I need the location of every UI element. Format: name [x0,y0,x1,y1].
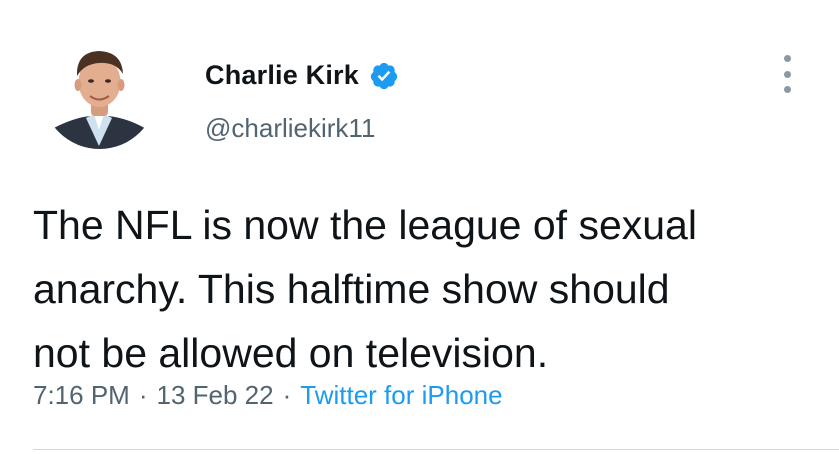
author-display-name[interactable]: Charlie Kirk [205,60,359,91]
author-avatar[interactable] [42,34,157,174]
tweet-metadata: 7:16 PM · 13 Feb 22 · Twitter for iPhone [33,380,503,411]
tweet-card: Charlie Kirk @charliekirk11 The NFL is n… [0,0,839,454]
meta-separator: · [138,380,148,410]
tweet-text: The NFL is now the league of sexual anar… [33,202,697,376]
author-handle[interactable]: @charliekirk11 [205,113,375,144]
author-name-row: Charlie Kirk [205,60,399,91]
verified-badge-icon [370,62,398,89]
tweet-time[interactable]: 7:16 PM [33,380,130,411]
tweet-source-link[interactable]: Twitter for iPhone [300,380,502,411]
tweet-date[interactable]: 13 Feb 22 [157,380,274,411]
meta-separator: · [282,380,292,410]
more-options-icon[interactable] [779,55,795,93]
divider [33,449,839,450]
